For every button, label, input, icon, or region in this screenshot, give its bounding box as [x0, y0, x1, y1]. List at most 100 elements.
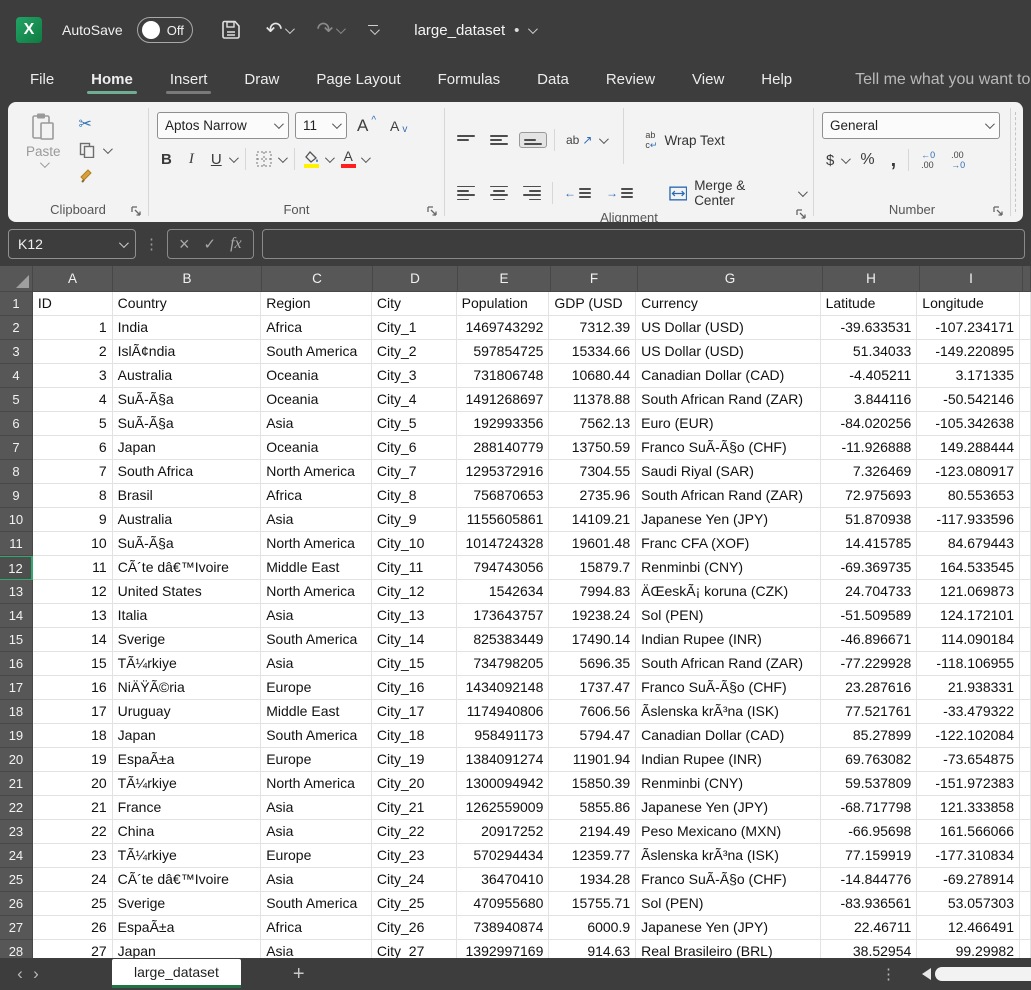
- cell[interactable]: 3: [33, 364, 113, 388]
- format-painter-button[interactable]: [79, 168, 96, 184]
- cell[interactable]: Asia: [261, 796, 372, 820]
- cell[interactable]: 1392997169: [457, 940, 550, 958]
- row-header-16[interactable]: 16: [0, 652, 33, 676]
- cell[interactable]: -50.542146: [917, 388, 1020, 412]
- cell[interactable]: 4: [33, 388, 113, 412]
- cell[interactable]: City_21: [372, 796, 457, 820]
- cell[interactable]: Franco SuÃ-Ã§o (CHF): [636, 676, 820, 700]
- cell[interactable]: Australia: [113, 508, 262, 532]
- column-header-c[interactable]: C: [262, 266, 373, 292]
- cell[interactable]: 2735.96: [549, 484, 636, 508]
- cell[interactable]: 59.537809: [821, 772, 918, 796]
- cell[interactable]: Population: [457, 292, 550, 316]
- cell[interactable]: -107.234171: [917, 316, 1020, 340]
- cell[interactable]: 734798205: [457, 652, 550, 676]
- cell[interactable]: Sol (PEN): [636, 892, 820, 916]
- cell[interactable]: 12.466491: [917, 916, 1020, 940]
- cell[interactable]: City_14: [372, 628, 457, 652]
- cell[interactable]: City_1: [372, 316, 457, 340]
- cell[interactable]: -33.479322: [917, 700, 1020, 724]
- cell[interactable]: -83.936561: [821, 892, 918, 916]
- cell[interactable]: 1384091274: [457, 748, 550, 772]
- cell[interactable]: -118.106955: [917, 652, 1020, 676]
- wrap-text-button[interactable]: ab c↵ Wrap Text: [641, 128, 728, 152]
- cell[interactable]: 7606.56: [549, 700, 636, 724]
- cell[interactable]: City_2: [372, 340, 457, 364]
- cell[interactable]: 164.533545: [917, 556, 1020, 580]
- cell[interactable]: City_23: [372, 844, 457, 868]
- cell[interactable]: 1174940806: [457, 700, 550, 724]
- cell[interactable]: City_20: [372, 772, 457, 796]
- cell[interactable]: Europe: [261, 748, 372, 772]
- cell[interactable]: 2: [33, 340, 113, 364]
- copy-button[interactable]: [79, 142, 95, 158]
- cell[interactable]: -151.972383: [917, 772, 1020, 796]
- cell[interactable]: Currency: [636, 292, 820, 316]
- cell[interactable]: SuÃ-Ã§a: [113, 532, 262, 556]
- orientation-button[interactable]: ab↗: [562, 131, 596, 149]
- cell[interactable]: 26: [33, 916, 113, 940]
- cell[interactable]: 12359.77: [549, 844, 636, 868]
- cell[interactable]: IslÃ¢ndia: [113, 340, 262, 364]
- cell[interactable]: 958491173: [457, 724, 550, 748]
- cell[interactable]: SuÃ-Ã§a: [113, 412, 262, 436]
- row-header-10[interactable]: 10: [0, 508, 33, 532]
- cell[interactable]: Indian Rupee (INR): [636, 748, 820, 772]
- cell[interactable]: 9: [33, 508, 113, 532]
- cell[interactable]: South African Rand (ZAR): [636, 388, 820, 412]
- row-header-3[interactable]: 3: [0, 340, 33, 364]
- cell[interactable]: City_19: [372, 748, 457, 772]
- cell[interactable]: North America: [261, 580, 372, 604]
- document-title-area[interactable]: large_dataset •: [414, 22, 535, 39]
- bottom-align-button[interactable]: [519, 132, 547, 148]
- row-header-18[interactable]: 18: [0, 700, 33, 724]
- cell[interactable]: 756870653: [457, 484, 550, 508]
- row-header-23[interactable]: 23: [0, 820, 33, 844]
- cell[interactable]: 23.287616: [821, 676, 918, 700]
- cell[interactable]: Oceania: [261, 388, 372, 412]
- tell-me-box[interactable]: Tell me what you want to do: [845, 70, 1031, 90]
- cell[interactable]: City_27: [372, 940, 457, 958]
- cell[interactable]: Australia: [113, 364, 262, 388]
- cell[interactable]: 11901.94: [549, 748, 636, 772]
- row-header-26[interactable]: 26: [0, 892, 33, 916]
- row-header-27[interactable]: 27: [0, 916, 33, 940]
- column-header-d[interactable]: D: [373, 266, 458, 292]
- increase-indent-button[interactable]: →: [602, 184, 637, 202]
- cell[interactable]: Sverige: [113, 628, 262, 652]
- menu-tab-review[interactable]: Review: [604, 63, 657, 97]
- number-format-combobox[interactable]: General: [822, 112, 1000, 139]
- row-header-13[interactable]: 13: [0, 580, 33, 604]
- cell[interactable]: -73.654875: [917, 748, 1020, 772]
- cell[interactable]: 2194.49: [549, 820, 636, 844]
- cell[interactable]: 27: [33, 940, 113, 958]
- cell[interactable]: Uruguay: [113, 700, 262, 724]
- cell[interactable]: 23: [33, 844, 113, 868]
- cell[interactable]: North America: [261, 532, 372, 556]
- cell[interactable]: -68.717798: [821, 796, 918, 820]
- align-right-button[interactable]: [519, 184, 545, 203]
- clipboard-dialog-launcher[interactable]: [130, 205, 142, 217]
- cell[interactable]: 7312.39: [549, 316, 636, 340]
- row-header-1[interactable]: 1: [0, 292, 33, 316]
- font-color-button[interactable]: A: [341, 150, 356, 168]
- menu-tab-view[interactable]: View: [690, 63, 726, 97]
- cell[interactable]: City_6: [372, 436, 457, 460]
- cell[interactable]: 84.679443: [917, 532, 1020, 556]
- cell[interactable]: Japan: [113, 436, 262, 460]
- cell[interactable]: 7304.55: [549, 460, 636, 484]
- paste-chevron-icon[interactable]: [40, 158, 50, 168]
- cell[interactable]: 1155605861: [457, 508, 550, 532]
- menu-tab-page-layout[interactable]: Page Layout: [314, 63, 402, 97]
- cell[interactable]: NiÄŸÃ©ria: [113, 676, 262, 700]
- column-header-f[interactable]: F: [551, 266, 638, 292]
- cell[interactable]: 11378.88: [549, 388, 636, 412]
- enter-button[interactable]: ✓: [204, 235, 217, 253]
- cell[interactable]: City_3: [372, 364, 457, 388]
- cell[interactable]: 121.333858: [917, 796, 1020, 820]
- fill-color-chevron-icon[interactable]: [325, 153, 335, 163]
- cell[interactable]: 13: [33, 604, 113, 628]
- cell[interactable]: 794743056: [457, 556, 550, 580]
- cell[interactable]: 1491268697: [457, 388, 550, 412]
- cell[interactable]: 738940874: [457, 916, 550, 940]
